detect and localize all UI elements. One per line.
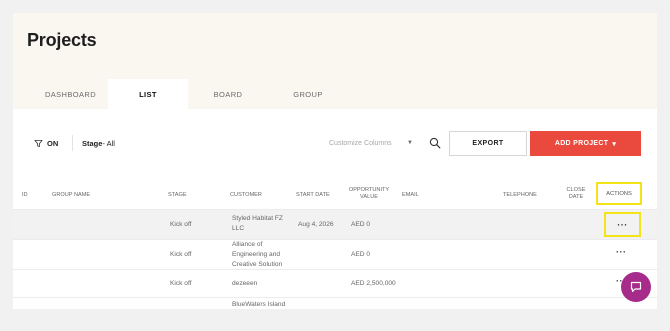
table-row[interactable]: Kick off Alliance of Engineering and Cre… <box>13 239 657 269</box>
col-close-date: CLOSE DATE <box>561 187 591 201</box>
chat-bubble-icon <box>630 281 642 293</box>
row-value: AED 2,500,000 <box>351 280 396 287</box>
projects-card: Projects DASHBOARD LIST BOARD GROUP ON S… <box>13 13 657 309</box>
col-stage: STAGE <box>168 192 187 198</box>
stage-filter-value: - All <box>102 139 115 148</box>
row-value: AED 0 <box>351 221 371 228</box>
page-header: Projects DASHBOARD LIST BOARD GROUP <box>13 13 657 109</box>
row-stage: Kick off <box>170 280 192 287</box>
row-customer[interactable]: BlueWaters Island <box>232 300 285 309</box>
stage-filter-label: Stage <box>82 139 103 148</box>
row-actions-button[interactable]: ··· <box>604 212 641 237</box>
col-opportunity-value: OPPORTUNITY VALUE <box>344 187 394 201</box>
chevron-down-icon[interactable]: ▼ <box>407 140 413 146</box>
col-email: EMAIL <box>402 192 419 198</box>
search-icon[interactable] <box>429 137 441 149</box>
tab-board[interactable]: BOARD <box>188 79 268 109</box>
row-customer-line2: Engineering and <box>232 251 281 258</box>
col-opportunity-value-line1: OPPORTUNITY <box>348 187 390 193</box>
tab-group[interactable]: GROUP <box>268 79 348 109</box>
page-title: Projects <box>27 30 97 50</box>
toolbar-divider <box>72 135 73 151</box>
col-close-date-line2: DATE <box>568 194 584 200</box>
col-telephone: TELEPHONE <box>503 192 537 198</box>
col-id: ID <box>22 192 28 198</box>
row-stage: Kick off <box>170 251 192 258</box>
stage-filter[interactable]: Stage- All <box>82 139 115 148</box>
col-close-date-line1: CLOSE <box>566 187 586 193</box>
tab-dashboard[interactable]: DASHBOARD <box>23 79 118 109</box>
chat-button[interactable] <box>621 272 651 302</box>
row-start-date: Aug 4, 2026 <box>298 221 334 228</box>
customize-columns-select[interactable]: Customize Columns <box>329 140 392 147</box>
row-customer-line1: Alliance of <box>232 241 263 248</box>
filter-toggle-label[interactable]: ON <box>47 139 58 148</box>
col-opportunity-value-line2: VALUE <box>360 194 378 200</box>
tab-list[interactable]: LIST <box>108 79 188 109</box>
add-project-label: ADD PROJECT <box>554 140 609 147</box>
table-row[interactable]: Kick off dezeeen AED 2,500,000 ··· <box>13 269 657 297</box>
row-customer[interactable]: Styled Habitat FZ LLC <box>232 214 283 234</box>
col-actions-label: ACTIONS <box>606 190 632 197</box>
export-button[interactable]: EXPORT <box>449 131 527 156</box>
more-icon: ··· <box>617 219 628 230</box>
row-customer[interactable]: Alliance of Engineering and Creative Sol… <box>232 240 282 270</box>
col-customer: CUSTOMER <box>230 192 262 198</box>
add-project-button[interactable]: ADD PROJECT ▾ <box>530 131 641 156</box>
row-customer-line2: LLC <box>232 225 245 232</box>
more-icon[interactable]: ··· <box>616 247 627 257</box>
row-customer-line1: Styled Habitat FZ <box>232 215 283 222</box>
col-start-date: START DATE <box>296 192 330 198</box>
caret-down-icon: ▾ <box>612 140 617 148</box>
row-stage: Kick off <box>170 221 192 228</box>
row-customer[interactable]: dezeeen <box>232 279 257 289</box>
table-row[interactable]: Kick off Styled Habitat FZ LLC Aug 4, 20… <box>13 209 657 239</box>
row-value: AED 0 <box>351 251 371 258</box>
col-actions: ACTIONS <box>596 182 642 205</box>
filter-icon[interactable] <box>34 139 43 148</box>
col-group-name: GROUP NAME <box>52 192 91 198</box>
table-row[interactable]: BlueWaters Island <box>13 297 657 309</box>
